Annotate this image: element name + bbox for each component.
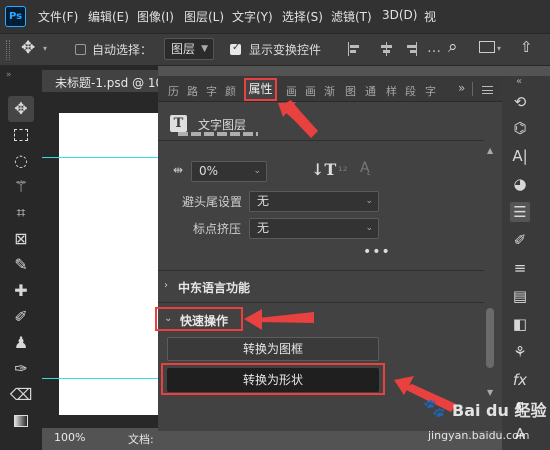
- baidu-paw-icon: 🐾: [423, 398, 446, 419]
- watermark-text: Bai du 经验: [452, 401, 547, 420]
- watermark-url: jingyan.baidu.com: [428, 429, 530, 442]
- arrow-to-quick-actions: [258, 312, 314, 323]
- arrow-head-quick-actions: [244, 309, 262, 330]
- annotation-arrows: [244, 100, 456, 412]
